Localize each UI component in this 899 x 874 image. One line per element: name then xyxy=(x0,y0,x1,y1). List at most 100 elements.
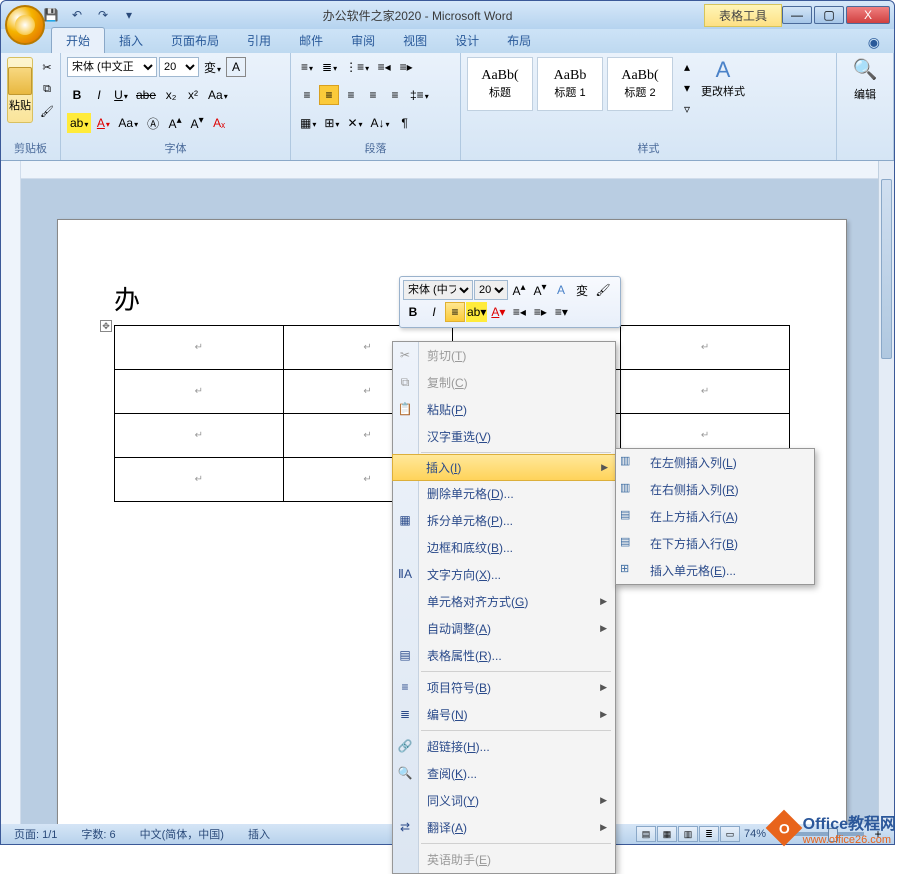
tab-home[interactable]: 开始 xyxy=(51,27,105,53)
context-item[interactable]: 边框和底纹(B)... xyxy=(393,534,615,561)
context-item[interactable]: 📋粘贴(P) xyxy=(393,396,615,423)
char-border-icon[interactable]: A xyxy=(226,57,246,77)
format-painter-icon[interactable]: 🖌 xyxy=(37,101,57,121)
context-item[interactable]: ▦拆分单元格(P)... xyxy=(393,507,615,534)
asian-layout-button[interactable]: ✕ xyxy=(344,113,365,133)
doc-heading[interactable]: 办 xyxy=(114,286,140,315)
submenu-item[interactable]: ▥在右侧插入列(R) xyxy=(616,476,814,503)
undo-icon[interactable]: ↶ xyxy=(67,5,87,25)
mini-grow-font[interactable]: A▴ xyxy=(509,280,529,300)
indent-dec-button[interactable]: ≡◂ xyxy=(374,57,394,77)
char-shading-button[interactable]: Aa xyxy=(115,113,141,133)
mini-change-styles[interactable]: A xyxy=(551,280,571,300)
justify-button[interactable]: ≡ xyxy=(363,85,383,105)
mini-font-select[interactable]: 宋体 (中フ xyxy=(403,280,473,300)
context-item[interactable]: 删除单元格(D)... xyxy=(393,480,615,507)
borders-button[interactable]: ⊞ xyxy=(321,113,342,133)
style-heading[interactable]: AaBb(标题 xyxy=(467,57,533,111)
style-heading2[interactable]: AaBb(标题 2 xyxy=(607,57,673,111)
status-lang[interactable]: 中文(简体，中国) xyxy=(133,824,231,844)
align-center-button[interactable]: ≡ xyxy=(319,85,339,105)
align-left-button[interactable]: ≡ xyxy=(297,85,317,105)
highlight-button[interactable]: ab xyxy=(67,113,91,133)
submenu-item[interactable]: ▥在左侧插入列(L) xyxy=(616,449,814,476)
table-move-handle[interactable]: ✥ xyxy=(100,320,112,332)
context-item[interactable]: 汉字重选(V) xyxy=(393,423,615,450)
phonetic-guide-icon[interactable]: 変 xyxy=(201,57,224,77)
context-item[interactable]: 插入(I)▶ xyxy=(392,454,616,481)
context-item[interactable]: 自动调整(A)▶ xyxy=(393,615,615,642)
tab-view[interactable]: 视图 xyxy=(389,28,441,53)
font-color-button[interactable]: A xyxy=(93,113,113,133)
mini-align-center[interactable]: ≡ xyxy=(445,302,465,322)
line-spacing-button[interactable]: ‡≡ xyxy=(407,85,432,105)
distribute-button[interactable]: ≡ xyxy=(385,85,405,105)
sort-button[interactable]: A↓ xyxy=(368,113,393,133)
cut-icon[interactable]: ✂ xyxy=(37,57,57,77)
mini-bold[interactable]: B xyxy=(403,302,423,322)
style-heading1[interactable]: AaBb标题 1 xyxy=(537,57,603,111)
enclosed-char-button[interactable]: Ⓐ xyxy=(143,113,163,133)
mini-shrink-font[interactable]: A▾ xyxy=(530,280,550,300)
grow-font-button[interactable]: A▴ xyxy=(165,113,185,133)
submenu-item[interactable]: ▤在下方插入行(B) xyxy=(616,530,814,557)
mini-indent-inc[interactable]: ≡▸ xyxy=(530,302,550,322)
office-button[interactable] xyxy=(5,5,45,45)
tab-design[interactable]: 设计 xyxy=(441,28,493,53)
scroll-thumb[interactable] xyxy=(881,179,892,359)
subscript-button[interactable]: x₂ xyxy=(161,85,181,105)
show-marks-button[interactable]: ¶ xyxy=(395,113,415,133)
mini-italic[interactable]: I xyxy=(424,302,444,322)
superscript-button[interactable]: x² xyxy=(183,85,203,105)
tab-review[interactable]: 审阅 xyxy=(337,28,389,53)
mini-bullets[interactable]: ≡▾ xyxy=(551,302,571,322)
shading-button[interactable]: ▦ xyxy=(297,113,319,133)
tab-references[interactable]: 引用 xyxy=(233,28,285,53)
mini-highlight[interactable]: ab▾ xyxy=(466,302,487,322)
mini-phonetic[interactable]: 変 xyxy=(572,280,592,300)
style-scroll-up[interactable]: ▴ xyxy=(677,57,697,77)
view-print-layout[interactable]: ▤ xyxy=(636,826,656,842)
paste-button[interactable]: 粘贴 xyxy=(7,57,33,123)
status-page[interactable]: 页面: 1/1 xyxy=(7,824,64,844)
bold-button[interactable]: B xyxy=(67,85,87,105)
minimize-button[interactable]: — xyxy=(782,6,812,24)
font-name-select[interactable]: 宋体 (中文正 xyxy=(67,57,157,77)
view-web[interactable]: ▥ xyxy=(678,826,698,842)
status-words[interactable]: 字数: 6 xyxy=(74,824,122,844)
underline-button[interactable]: U xyxy=(111,85,131,105)
tab-table-layout[interactable]: 布局 xyxy=(493,28,545,53)
context-item[interactable]: ▤表格属性(R)... xyxy=(393,642,615,669)
vertical-scrollbar[interactable] xyxy=(878,161,894,824)
redo-icon[interactable]: ↷ xyxy=(93,5,113,25)
mini-font-color[interactable]: A▾ xyxy=(488,302,508,322)
zoom-level[interactable]: 74% xyxy=(744,828,766,840)
context-item[interactable]: ≣编号(N)▶ xyxy=(393,701,615,728)
numbering-button[interactable]: ≣ xyxy=(319,57,340,77)
italic-button[interactable]: I xyxy=(89,85,109,105)
mini-indent-dec[interactable]: ≡◂ xyxy=(509,302,529,322)
context-item[interactable]: 🔍查阅(K)... xyxy=(393,760,615,787)
shrink-font-button[interactable]: A▾ xyxy=(187,113,207,133)
context-item[interactable]: ⇄翻译(A)▶ xyxy=(393,814,615,841)
submenu-item[interactable]: ⊞插入单元格(E)... xyxy=(616,557,814,584)
help-icon[interactable]: ◉ xyxy=(862,32,886,53)
indent-inc-button[interactable]: ≡▸ xyxy=(396,57,416,77)
tab-layout[interactable]: 页面布局 xyxy=(157,28,233,53)
context-item[interactable]: 🔗超链接(H)... xyxy=(393,733,615,760)
tab-insert[interactable]: 插入 xyxy=(105,28,157,53)
close-button[interactable]: X xyxy=(846,6,890,24)
change-styles-button[interactable]: A 更改样式 xyxy=(701,57,745,138)
view-outline[interactable]: ≣ xyxy=(699,826,719,842)
context-item[interactable]: ≡项目符号(B)▶ xyxy=(393,674,615,701)
multilevel-button[interactable]: ⋮≡ xyxy=(342,57,372,77)
bullets-button[interactable]: ≡ xyxy=(297,57,317,77)
context-item[interactable]: ⅡA文字方向(X)... xyxy=(393,561,615,588)
view-full-read[interactable]: ▦ xyxy=(657,826,677,842)
style-scroll-down[interactable]: ▾ xyxy=(677,78,697,98)
font-size-select[interactable]: 20 xyxy=(159,57,199,77)
change-case-button[interactable]: Aa xyxy=(205,85,231,105)
style-expand[interactable]: ▿ xyxy=(677,99,697,119)
mini-size-select[interactable]: 20 xyxy=(474,280,508,300)
clear-format-button[interactable]: Aₓ xyxy=(209,113,229,133)
